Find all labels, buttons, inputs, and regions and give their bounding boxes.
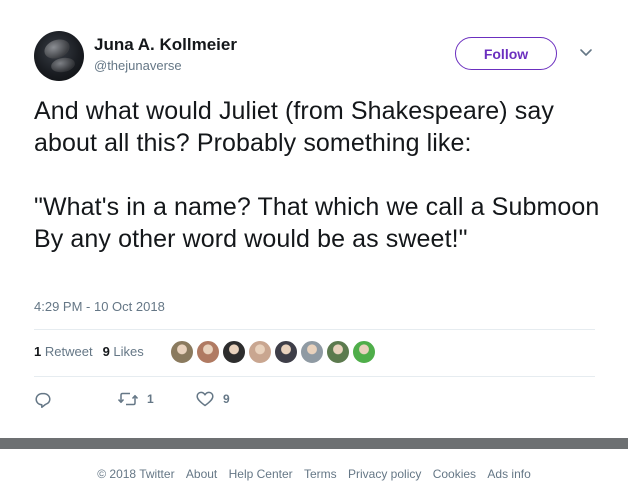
chevron-down-icon[interactable] bbox=[578, 47, 594, 59]
likes-count: 9 bbox=[102, 344, 110, 359]
divider bbox=[34, 329, 595, 330]
footer-link-help-center[interactable]: Help Center bbox=[229, 467, 293, 481]
retweet-action-count: 1 bbox=[147, 392, 154, 406]
like-action-count: 9 bbox=[223, 392, 230, 406]
author-handle[interactable]: @thejunaverse bbox=[94, 58, 182, 73]
liker-avatar[interactable] bbox=[196, 340, 220, 364]
liker-avatar[interactable] bbox=[352, 340, 376, 364]
likes-stat[interactable]: 9 Likes bbox=[103, 344, 144, 359]
footer-bar bbox=[0, 438, 628, 449]
reply-icon bbox=[35, 392, 51, 409]
footer: © 2018 Twitter About Help Center Terms P… bbox=[0, 467, 628, 481]
footer-link-cookies[interactable]: Cookies bbox=[433, 467, 476, 481]
tweet-text: And what would Juliet (from Shakespeare)… bbox=[34, 97, 600, 253]
follow-button[interactable]: Follow bbox=[455, 37, 557, 70]
liker-avatar[interactable] bbox=[170, 340, 194, 364]
retweet-label: Retweet bbox=[44, 344, 93, 359]
tweet-stats: 1 Retweet 9 Likes bbox=[34, 344, 144, 359]
liker-avatar[interactable] bbox=[326, 340, 350, 364]
tweet-card: Juna A. Kollmeier @thejunaverse Follow A… bbox=[0, 0, 628, 438]
liker-avatar[interactable] bbox=[300, 340, 324, 364]
author-name[interactable]: Juna A. Kollmeier bbox=[94, 35, 237, 55]
like-button[interactable]: 9 bbox=[196, 391, 230, 407]
likes-label: Likes bbox=[113, 344, 144, 359]
tweet-timestamp[interactable]: 4:29 PM - 10 Oct 2018 bbox=[34, 299, 165, 314]
footer-link-ads-info[interactable]: Ads info bbox=[487, 467, 530, 481]
retweet-icon bbox=[118, 392, 138, 406]
author-avatar[interactable] bbox=[34, 31, 84, 81]
reply-button[interactable] bbox=[34, 391, 52, 409]
liker-avatar[interactable] bbox=[274, 340, 298, 364]
footer-link-privacy-policy[interactable]: Privacy policy bbox=[348, 467, 421, 481]
retweet-button[interactable]: 1 bbox=[118, 391, 154, 407]
retweet-count: 1 bbox=[34, 344, 42, 359]
liker-avatar[interactable] bbox=[248, 340, 272, 364]
footer-link-about[interactable]: About bbox=[186, 467, 217, 481]
divider bbox=[34, 376, 595, 377]
retweet-stat[interactable]: 1 Retweet bbox=[34, 344, 93, 359]
liker-avatar[interactable] bbox=[222, 340, 246, 364]
heart-icon bbox=[196, 391, 214, 407]
liker-avatars bbox=[170, 340, 376, 364]
footer-link-terms[interactable]: Terms bbox=[304, 467, 337, 481]
copyright-text: © 2018 Twitter bbox=[97, 467, 175, 481]
